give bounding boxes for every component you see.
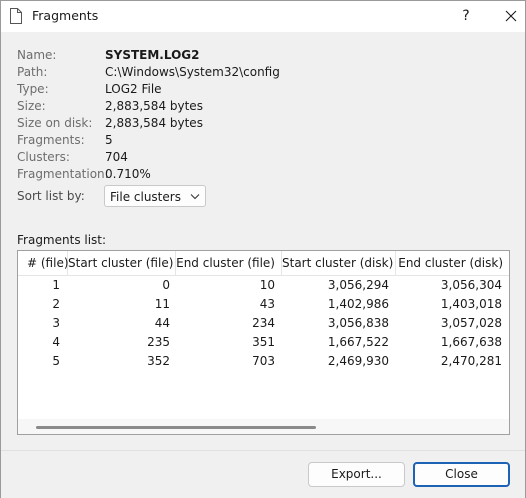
table-row[interactable]: 5 352 703 2,469,930 2,470,281 <box>18 352 509 371</box>
cell-end-cluster-file: 43 <box>259 297 275 311</box>
property-label: Name: <box>17 48 57 62</box>
close-icon <box>505 10 517 22</box>
fragments-list-label: Fragments list: <box>17 233 107 247</box>
cell-end-cluster-file: 703 <box>252 354 275 368</box>
cell-end-cluster-disk: 2,470,281 <box>440 354 502 368</box>
cell-end-cluster-disk: 3,057,028 <box>440 316 502 330</box>
cell-file-index: 2 <box>52 297 60 311</box>
cell-start-cluster-file: 0 <box>162 278 170 292</box>
column-header-end-cluster-disk[interactable]: End cluster (disk) <box>396 251 509 275</box>
column-header-start-cluster-disk[interactable]: Start cluster (disk) <box>282 251 396 275</box>
help-button[interactable]: ? <box>453 1 479 32</box>
fragments-dialog: Fragments ? Name: SYSTEM.LOG2 Path: C:\W… <box>0 0 526 498</box>
cell-end-cluster-file: 10 <box>259 278 275 292</box>
cell-end-cluster-file: 234 <box>252 316 275 330</box>
column-header-file-index[interactable]: # (file) <box>18 251 69 275</box>
cell-start-cluster-disk: 3,056,838 <box>327 316 389 330</box>
file-name-value: SYSTEM.LOG2 <box>105 48 200 62</box>
sort-select[interactable]: File clusters <box>104 185 206 207</box>
cell-start-cluster-disk: 3,056,294 <box>327 278 389 292</box>
cell-start-cluster-file: 235 <box>147 335 170 349</box>
path-value: C:\Windows\System32\config <box>105 65 280 79</box>
column-header-end-cluster-file[interactable]: End cluster (file) <box>176 251 282 275</box>
cell-start-cluster-disk: 1,402,986 <box>327 297 389 311</box>
column-header-start-cluster-file[interactable]: Start cluster (file) <box>68 251 176 275</box>
close-button[interactable]: Close <box>413 462 510 487</box>
scrollbar-thumb[interactable] <box>36 426 316 429</box>
fragmentation-value: 0.710% <box>105 167 151 181</box>
cell-end-cluster-disk: 1,403,018 <box>440 297 502 311</box>
table-row[interactable]: 1 0 10 3,056,294 3,056,304 <box>18 276 509 295</box>
document-icon <box>10 8 22 24</box>
size-value: 2,883,584 bytes <box>105 99 203 113</box>
property-label: Fragmentation: <box>17 167 109 181</box>
horizontal-scrollbar[interactable] <box>18 419 509 434</box>
cell-file-index: 4 <box>52 335 60 349</box>
chevron-down-icon <box>190 194 200 200</box>
fragments-table[interactable]: # (file) Start cluster (file) End cluste… <box>17 250 510 435</box>
cell-file-index: 1 <box>52 278 60 292</box>
window-title: Fragments <box>32 8 99 23</box>
table-row[interactable]: 2 11 43 1,402,986 1,403,018 <box>18 295 509 314</box>
cell-start-cluster-disk: 1,667,522 <box>327 335 389 349</box>
cell-end-cluster-disk: 1,667,638 <box>440 335 502 349</box>
type-value: LOG2 File <box>105 82 162 96</box>
cell-end-cluster-disk: 3,056,304 <box>440 278 502 292</box>
cell-end-cluster-file: 351 <box>252 335 275 349</box>
table-header: # (file) Start cluster (file) End cluste… <box>18 251 509 276</box>
sort-label: Sort list by: <box>17 189 85 203</box>
property-label: Clusters: <box>17 150 70 164</box>
property-label: Fragments: <box>17 133 85 147</box>
cell-start-cluster-file: 352 <box>147 354 170 368</box>
sort-selected-value: File clusters <box>110 190 181 204</box>
property-label: Path: <box>17 65 48 79</box>
property-label: Size on disk: <box>17 116 93 130</box>
table-row[interactable]: 4 235 351 1,667,522 1,667,638 <box>18 333 509 352</box>
cell-file-index: 3 <box>52 316 60 330</box>
cell-start-cluster-file: 11 <box>154 297 170 311</box>
cell-start-cluster-file: 44 <box>154 316 170 330</box>
cell-start-cluster-disk: 2,469,930 <box>327 354 389 368</box>
size-on-disk-value: 2,883,584 bytes <box>105 116 203 130</box>
property-label: Size: <box>17 99 46 113</box>
cell-file-index: 5 <box>52 354 60 368</box>
table-row[interactable]: 3 44 234 3,056,838 3,057,028 <box>18 314 509 333</box>
property-label: Type: <box>17 82 49 96</box>
fragments-value: 5 <box>105 133 113 147</box>
title-bar: Fragments ? <box>1 1 525 32</box>
close-window-button[interactable] <box>497 1 525 32</box>
clusters-value: 704 <box>105 150 128 164</box>
export-button[interactable]: Export... <box>308 462 405 487</box>
